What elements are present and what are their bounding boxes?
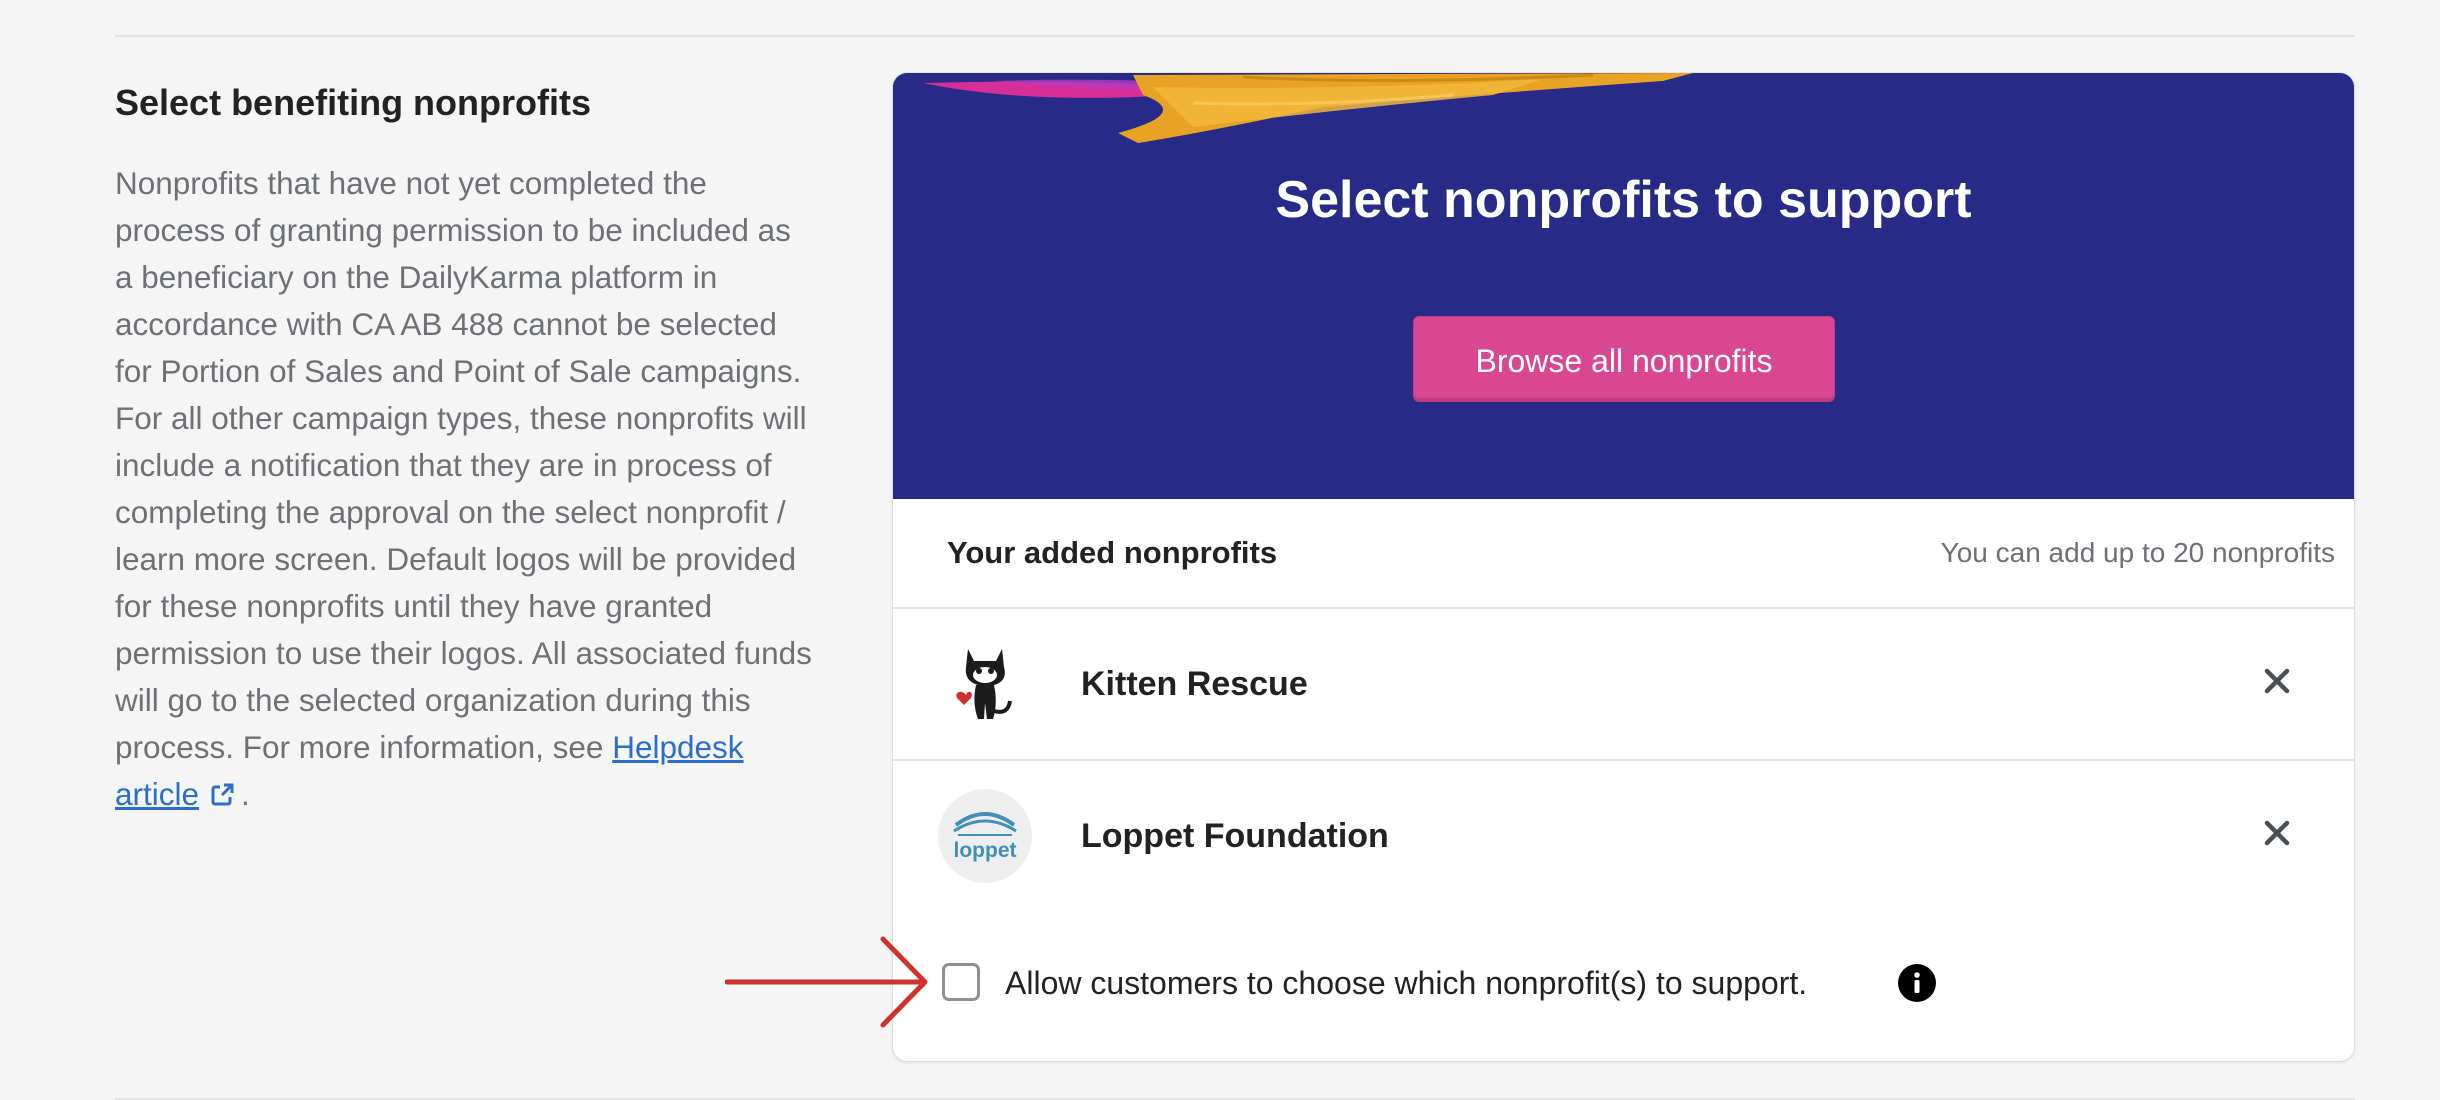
description-text: Nonprofits that have not yet completed t… bbox=[115, 165, 812, 765]
nonprofit-row-loppet-foundation: loppet Loppet Foundation bbox=[893, 761, 2354, 911]
added-nonprofits-title: Your added nonprofits bbox=[947, 535, 1278, 570]
external-link-icon bbox=[209, 774, 235, 821]
nonprofit-row-kitten-rescue: Kitten Rescue bbox=[893, 609, 2354, 761]
close-icon bbox=[2264, 668, 2290, 694]
remove-nonprofit-button[interactable] bbox=[2255, 811, 2299, 855]
info-icon[interactable] bbox=[1898, 964, 1936, 1002]
top-divider bbox=[115, 35, 2355, 37]
select-nonprofits-banner: Select nonprofits to support Browse all … bbox=[893, 73, 2354, 499]
kitten-rescue-logo bbox=[938, 637, 1032, 731]
nonprofit-name: Kitten Rescue bbox=[1081, 665, 1308, 703]
nonprofit-name: Loppet Foundation bbox=[1081, 817, 1389, 855]
nonprofit-card: Select nonprofits to support Browse all … bbox=[893, 73, 2354, 1061]
paint-stroke-decoration bbox=[923, 73, 1693, 143]
trailing-period: . bbox=[241, 776, 250, 812]
browse-all-nonprofits-button[interactable]: Browse all nonprofits bbox=[1413, 316, 1835, 402]
added-nonprofits-header: Your added nonprofits You can add up to … bbox=[893, 499, 2354, 609]
allow-customer-choice-label: Allow customers to choose which nonprofi… bbox=[1005, 965, 1808, 1001]
annotation-arrow bbox=[725, 936, 928, 1028]
section-description: Nonprofits that have not yet completed t… bbox=[115, 160, 815, 821]
allow-customer-choice-row: Allow customers to choose which nonprofi… bbox=[893, 945, 2354, 1025]
close-icon bbox=[2264, 820, 2290, 846]
left-panel: Select benefiting nonprofits Nonprofits … bbox=[115, 78, 815, 821]
banner-title: Select nonprofits to support bbox=[1275, 171, 1972, 229]
nonprofit-limit-text: You can add up to 20 nonprofits bbox=[1940, 537, 2335, 568]
loppet-logo: loppet bbox=[938, 789, 1032, 883]
remove-nonprofit-button[interactable] bbox=[2255, 659, 2299, 703]
section-heading: Select benefiting nonprofits bbox=[115, 82, 592, 123]
allow-customer-choice-checkbox[interactable] bbox=[942, 963, 980, 1001]
svg-text:loppet: loppet bbox=[954, 839, 1017, 862]
